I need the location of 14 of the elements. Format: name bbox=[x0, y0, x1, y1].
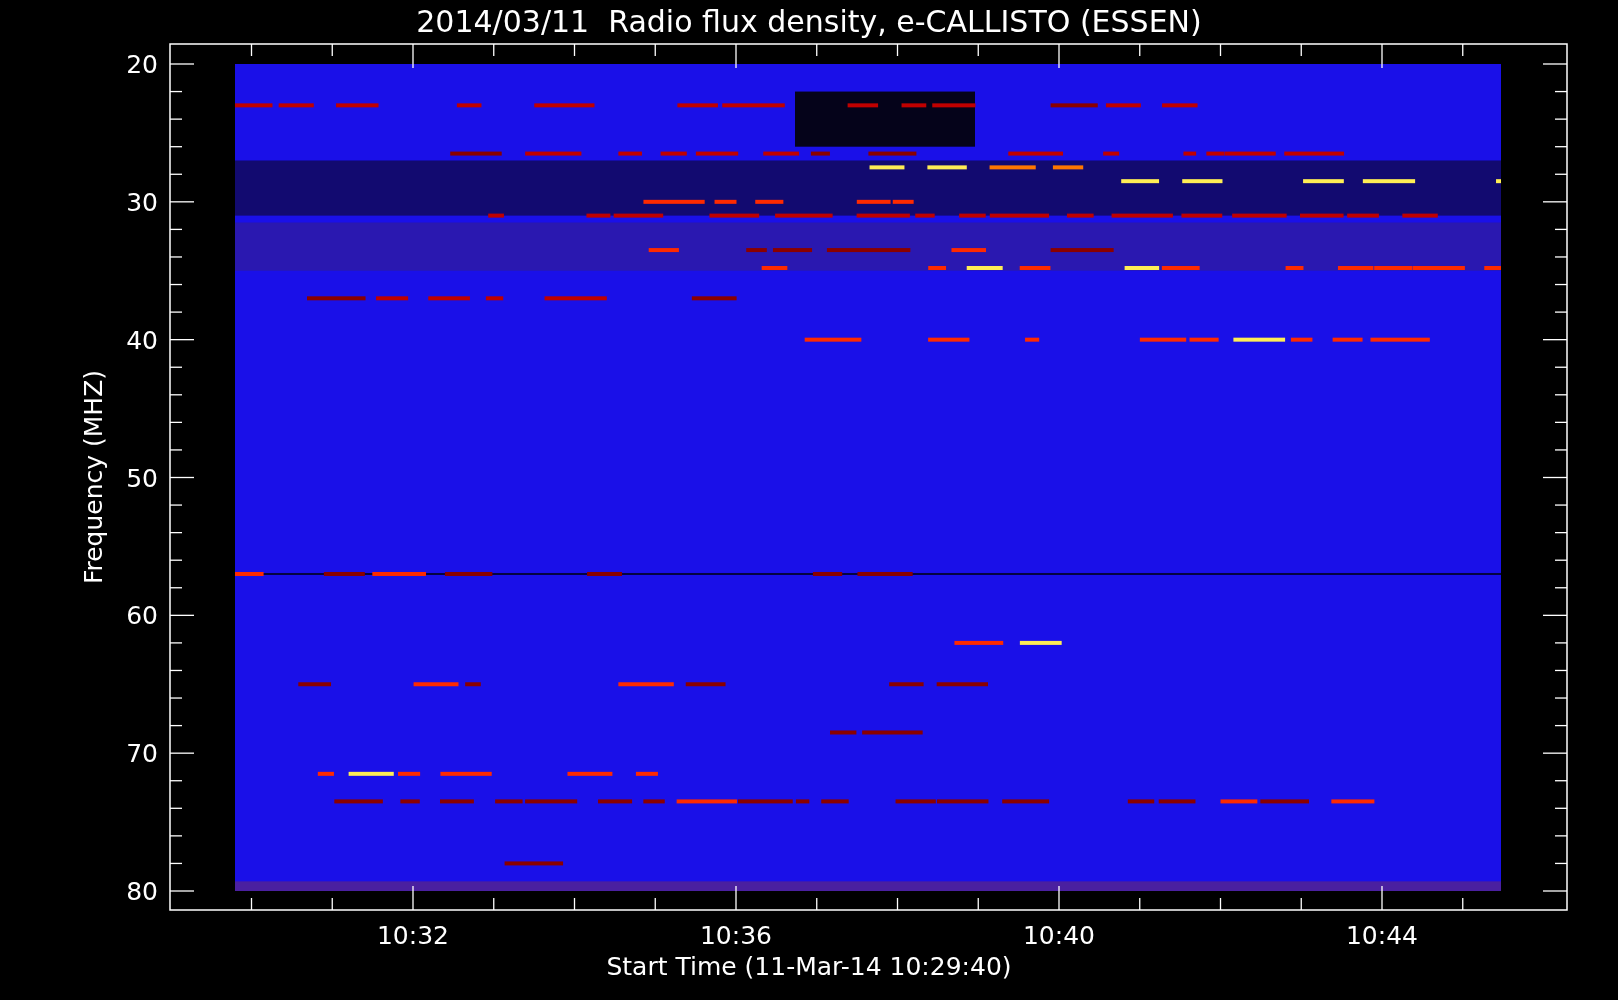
axis-title: Frequency (MHZ) bbox=[79, 369, 108, 585]
tick-label: 20 bbox=[126, 50, 158, 79]
plot-title: 2014/03/11 Radio flux density, e-CALLISTO (ESSEN) bbox=[416, 4, 1202, 39]
tick-label: 30 bbox=[126, 187, 158, 217]
tick-label: 50 bbox=[126, 463, 158, 493]
tick-label: 10:36 bbox=[700, 921, 772, 950]
tick-label: 70 bbox=[126, 739, 158, 769]
tick-label: 10:32 bbox=[377, 921, 449, 950]
tick-label: 80 bbox=[126, 877, 158, 906]
tick-label: 40 bbox=[126, 325, 158, 355]
tick-label: 60 bbox=[126, 601, 158, 631]
axis-title: Start Time (11-Mar-14 10:29:40) bbox=[606, 952, 1012, 981]
tick-label: 10:44 bbox=[1346, 921, 1418, 950]
tick-label: 10:40 bbox=[1023, 921, 1095, 950]
